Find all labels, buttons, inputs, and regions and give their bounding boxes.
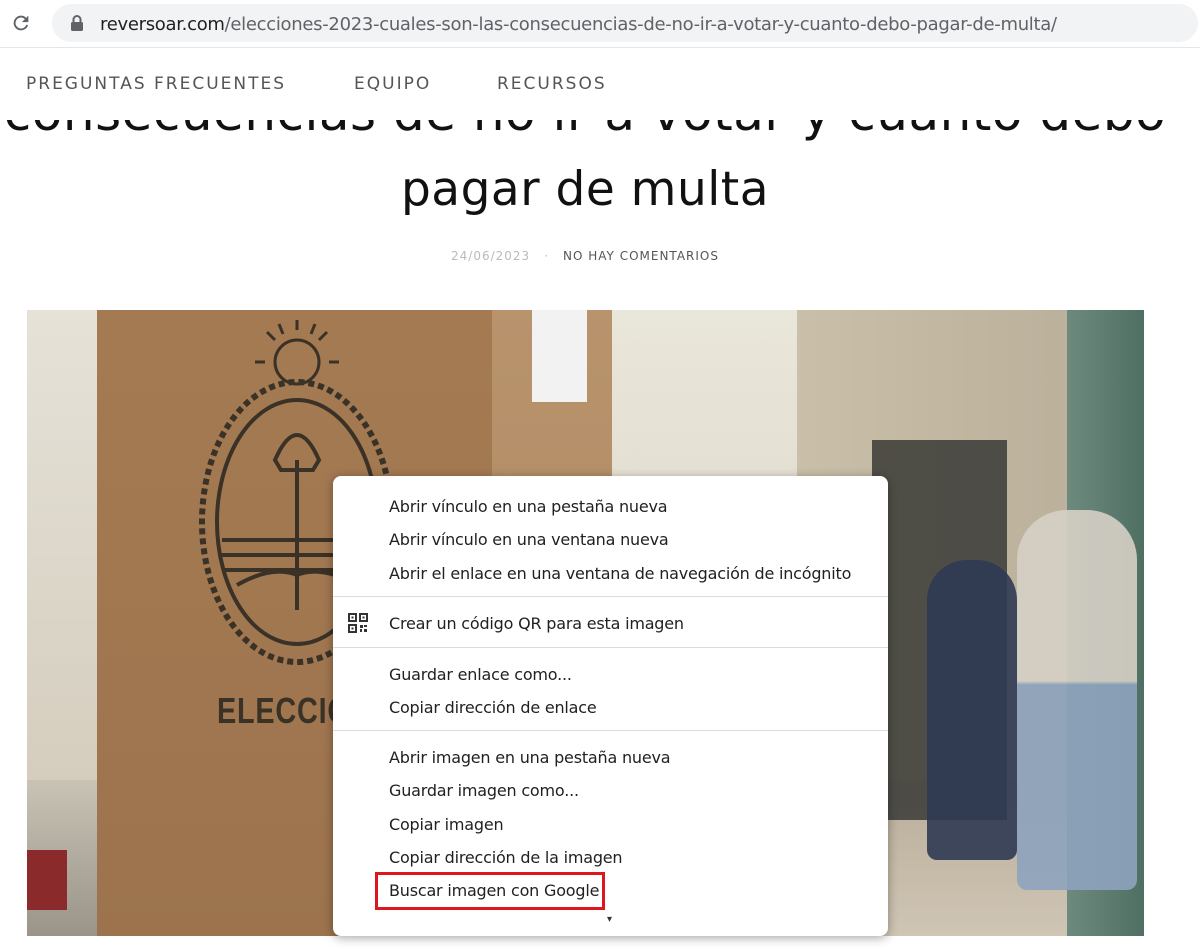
image-paper [532, 310, 587, 402]
menu-separator [333, 730, 888, 731]
menu-copy-image[interactable]: Copiar imagen [389, 815, 504, 834]
context-menu: Abrir vínculo en una pestaña nueva Abrir… [333, 476, 888, 936]
nav-recursos[interactable]: RECURSOS [497, 74, 607, 94]
article-title-line2: pagar de multa [400, 162, 770, 217]
menu-save-link-as[interactable]: Guardar enlace como... [389, 665, 572, 684]
menu-save-image-as[interactable]: Guardar imagen como... [389, 781, 579, 800]
menu-open-link-incognito[interactable]: Abrir el enlace en una ventana de navega… [389, 564, 851, 583]
reload-icon[interactable] [8, 10, 34, 36]
chevron-down-icon: ▾ [607, 914, 613, 925]
menu-create-qr-code[interactable]: Crear un código QR para esta imagen [389, 614, 684, 633]
comments-link[interactable]: NO HAY COMENTARIOS [563, 249, 719, 263]
url-host: reversoar.com [100, 14, 225, 35]
menu-open-image-new-tab[interactable]: Abrir imagen en una pestaña nueva [389, 748, 671, 767]
address-bar[interactable]: reversoar.com/elecciones-2023-cuales-son… [52, 4, 1198, 42]
nav-equipo[interactable]: EQUIPO [354, 74, 431, 94]
menu-copy-link-address[interactable]: Copiar dirección de enlace [389, 698, 597, 717]
article-meta: 24/06/2023 · NO HAY COMENTARIOS [0, 249, 1170, 263]
meta-separator: · [544, 249, 550, 263]
image-cloth [27, 850, 67, 910]
site-nav: PREGUNTAS FRECUENTES EQUIPO RECURSOS [0, 50, 1200, 120]
image-person [927, 560, 1017, 860]
lock-icon[interactable] [70, 14, 86, 32]
nav-preguntas-frecuentes[interactable]: PREGUNTAS FRECUENTES [26, 74, 286, 94]
url-path: /elecciones-2023-cuales-son-las-consecue… [224, 14, 1057, 35]
browser-toolbar: reversoar.com/elecciones-2023-cuales-son… [0, 0, 1200, 48]
menu-separator [333, 596, 888, 597]
image-person [1017, 510, 1137, 890]
url-text[interactable]: reversoar.com/elecciones-2023-cuales-son… [100, 14, 1057, 35]
menu-separator [333, 647, 888, 648]
qr-code-icon [348, 613, 368, 633]
article-date: 24/06/2023 [451, 249, 531, 263]
menu-open-link-new-tab[interactable]: Abrir vínculo en una pestaña nueva [389, 497, 668, 516]
browser-window: reversoar.com/elecciones-2023-cuales-son… [0, 0, 1200, 949]
menu-copy-image-address[interactable]: Copiar dirección de la imagen [389, 848, 623, 867]
menu-open-link-new-window[interactable]: Abrir vínculo en una ventana nueva [389, 530, 669, 549]
highlight-box [375, 872, 605, 910]
